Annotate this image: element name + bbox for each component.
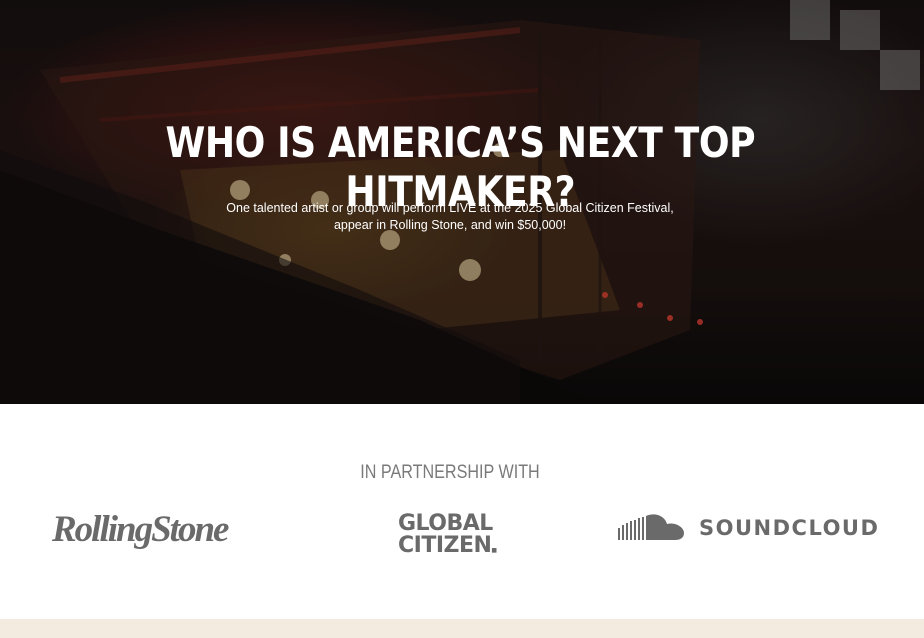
hero-subtitle-line2: appear in Rolling Stone, and win $50,000…	[333, 218, 567, 232]
soundcloud-logo-text: SOUNDCLOUD	[699, 516, 880, 540]
next-section-band	[0, 619, 924, 638]
global-citizen-logo-line1: GLOBAL	[398, 511, 493, 536]
soundcloud-logo: SOUNDCLOUD	[617, 512, 879, 544]
hero-subtitle-line1: One talented artist or group will perfor…	[226, 201, 674, 215]
hero-subtitle: One talented artist or group will perfor…	[150, 200, 750, 234]
soundcloud-cloud-icon	[618, 514, 684, 540]
hero-banner: WHO IS AMERICA’S NEXT TOP HITMAKER? One …	[0, 0, 924, 404]
partnership-section: IN PARTNERSHIP WITH RollingStone GLOBAL …	[0, 404, 924, 619]
partnership-heading: IN PARTNERSHIP WITH	[360, 462, 540, 483]
rolling-stone-logo: RollingStone	[52, 509, 229, 550]
global-citizen-logo: GLOBAL CITIZEN■	[398, 513, 518, 562]
global-citizen-logo-line2: CITIZEN	[398, 533, 492, 558]
